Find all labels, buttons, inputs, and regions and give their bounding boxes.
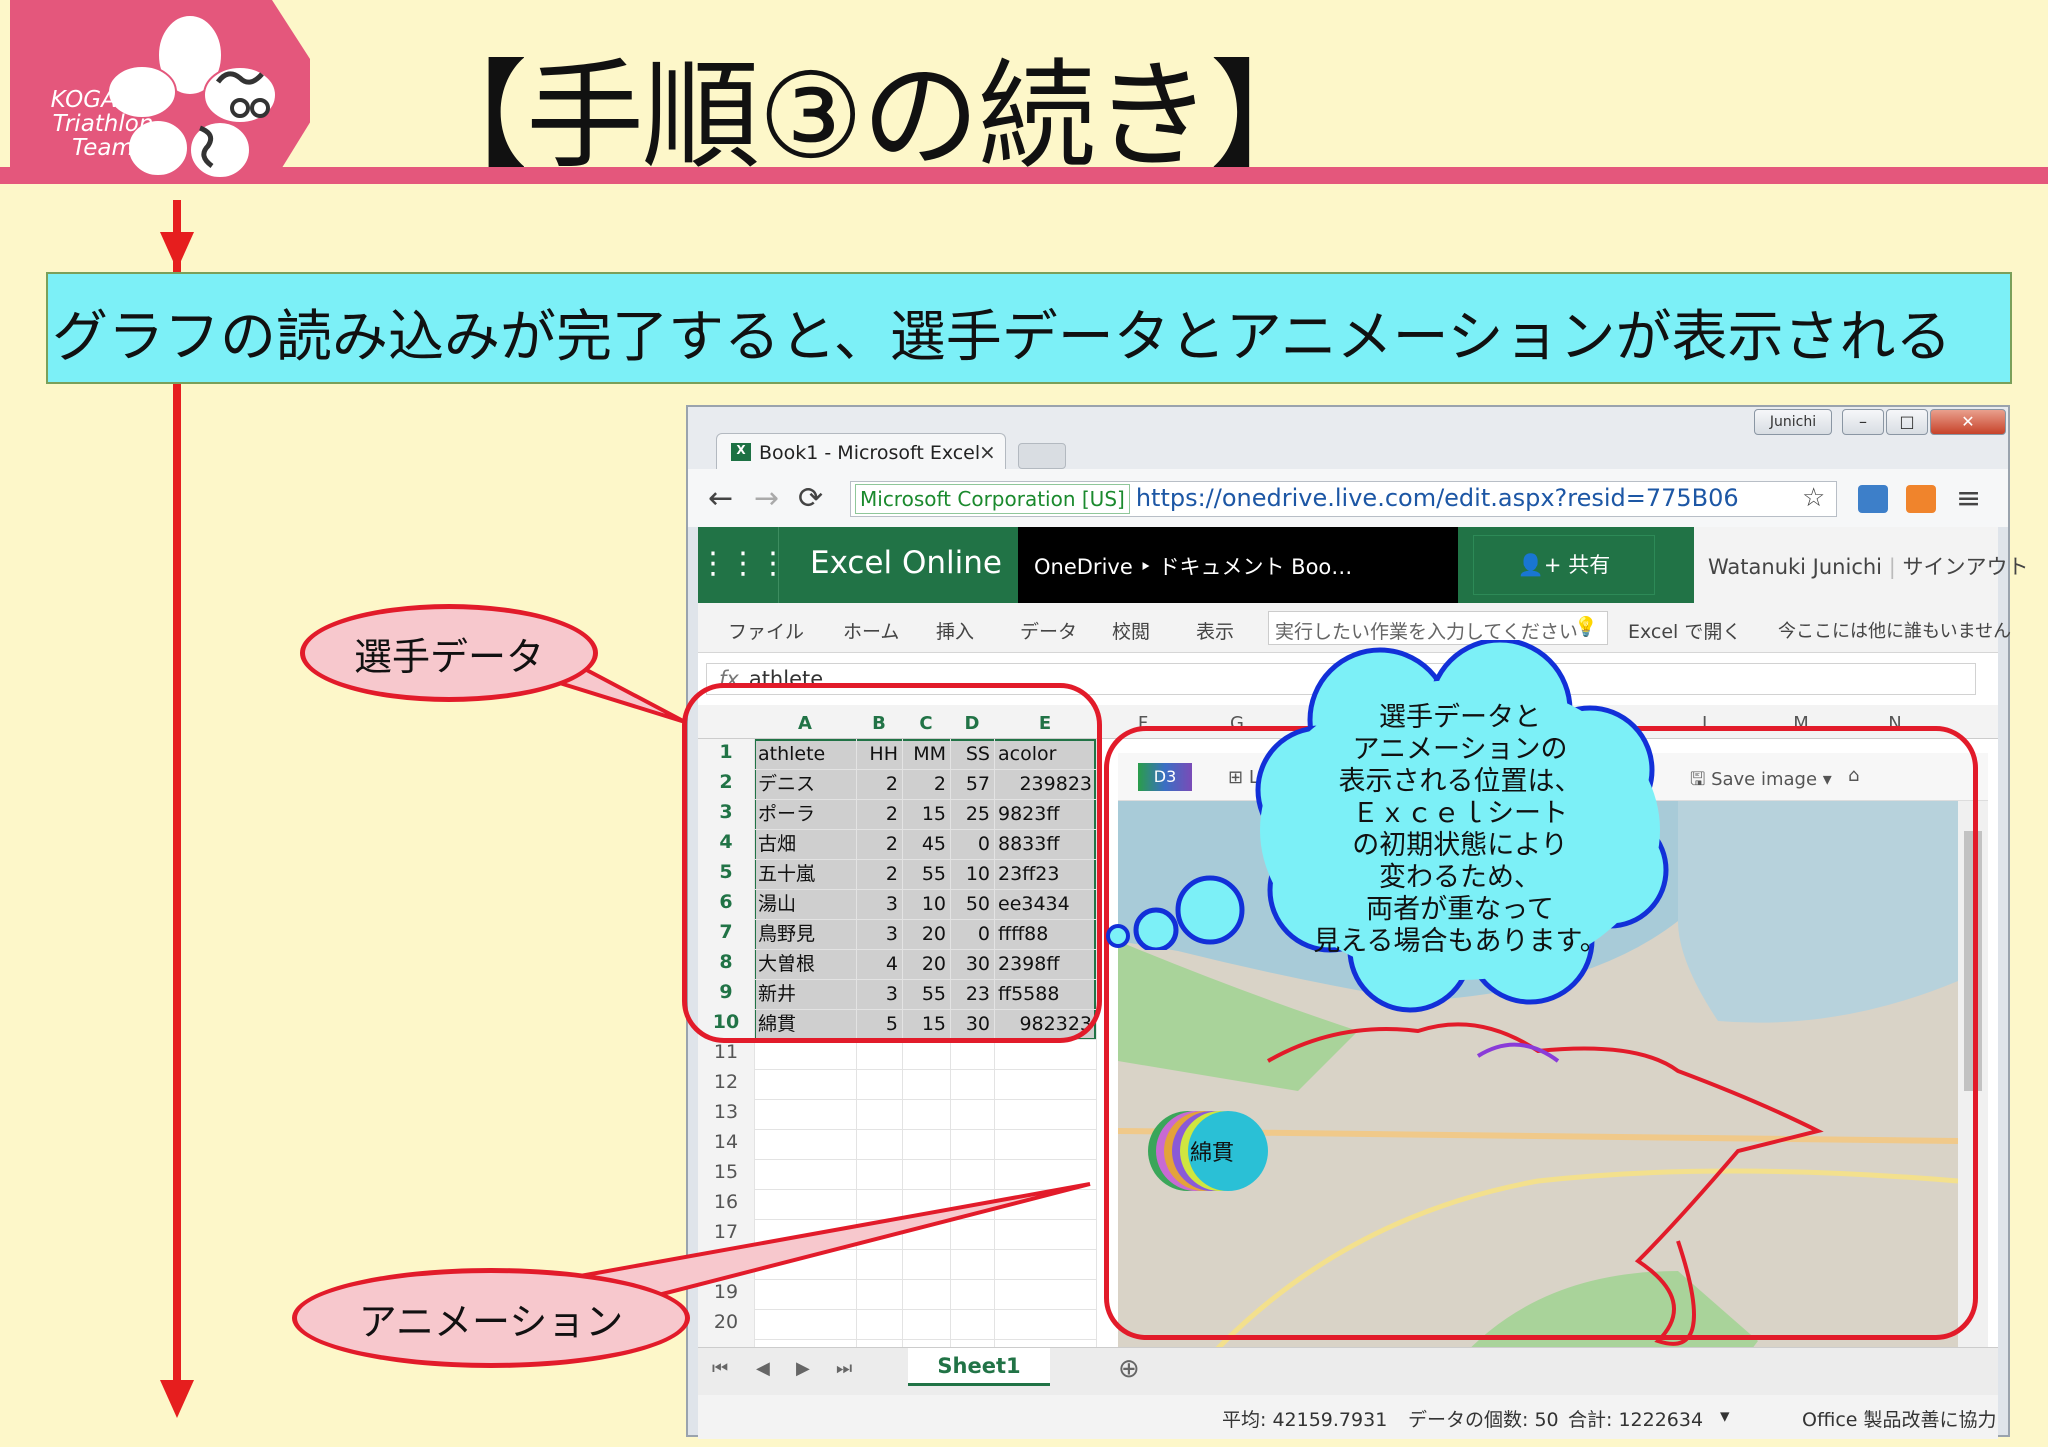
maximize-button[interactable]: □ (1886, 409, 1928, 435)
grid-line (754, 1099, 1096, 1100)
share-button[interactable]: 👤+ 共有 (1473, 535, 1655, 595)
row-header[interactable]: 13 (698, 1101, 754, 1123)
breadcrumb[interactable]: OneDrive ‣ ドキュメント Boo… (1034, 551, 1352, 581)
forward-icon[interactable]: → (754, 481, 779, 516)
row-header[interactable]: 11 (698, 1041, 754, 1063)
sheet-tab-bar: ⏮ ◀ ▶ ⏭ Sheet1 ⊕ (698, 1347, 1998, 1395)
grid-line (754, 1159, 1096, 1160)
browser-tab[interactable]: X Book1 - Microsoft Excel × (716, 433, 1006, 471)
address-bar: ← → ⟳ Microsoft Corporation [US] https://… (688, 469, 2008, 527)
back-icon[interactable]: ← (708, 481, 733, 516)
next-sheet-icon[interactable]: ▶ (796, 1358, 810, 1379)
reload-icon[interactable]: ⟳ (798, 481, 823, 516)
app-name: Excel Online (810, 545, 1002, 581)
extension-icon[interactable] (1858, 485, 1888, 513)
ribbon-home[interactable]: ホーム (843, 617, 899, 644)
divider (778, 527, 779, 603)
add-sheet-icon[interactable]: ⊕ (1118, 1354, 1140, 1384)
presence-status: 今ここには他に誰もいません (1778, 621, 2012, 642)
ribbon-data[interactable]: データ (1020, 617, 1077, 644)
tab-title: Book1 - Microsoft Excel (759, 442, 981, 464)
first-sheet-icon[interactable]: ⏮ (712, 1358, 728, 1379)
athlete-data-highlight (682, 683, 1102, 1043)
excel-app-bar: ⋮⋮⋮ Excel Online OneDrive ‣ ドキュメント Boo… … (698, 527, 2028, 603)
close-tab-button[interactable]: × (979, 440, 996, 464)
ribbon-review[interactable]: 校閲 (1112, 617, 1150, 644)
slide-title: 【手順③の続き】 (410, 47, 1328, 185)
app-launcher-icon[interactable]: ⋮⋮⋮ (698, 527, 788, 603)
sheet-tab[interactable]: Sheet1 (908, 1348, 1050, 1386)
status-dropdown-icon[interactable]: ▾ (1720, 1405, 1730, 1427)
status-average: 平均: 42159.7931 (1222, 1409, 1388, 1431)
user-badge[interactable]: Junichi (1754, 409, 1832, 435)
signout-link[interactable]: サインアウト (1902, 555, 2028, 579)
row-header[interactable]: 12 (698, 1071, 754, 1093)
ribbon-file[interactable]: ファイル (728, 617, 804, 644)
arrow-down-icon (160, 1380, 194, 1418)
ssl-badge: Microsoft Corporation [US] (855, 484, 1130, 514)
url-text: https://onedrive.live.com/edit.aspx?resi… (1135, 484, 1739, 512)
arrow-down-icon (160, 204, 194, 270)
new-tab-button[interactable] (1018, 443, 1066, 469)
share-label: 共有 (1568, 553, 1611, 577)
logo-line-3: Team (72, 135, 134, 161)
row-header[interactable]: 14 (698, 1131, 754, 1153)
logo-line-1: KOGANEI (50, 87, 156, 113)
last-sheet-icon[interactable]: ⏭ (836, 1358, 852, 1379)
lightbulb-icon: 💡 (1574, 616, 1598, 638)
athlete-data-callout: 選手データ (300, 604, 598, 702)
user-area: Watanuki Junichi | サインアウト (1694, 527, 2028, 603)
excel-icon: X (731, 443, 751, 461)
user-name[interactable]: Watanuki Junichi (1708, 555, 1882, 579)
status-bar: 平均: 42159.7931 データの個数: 50 合計: 1222634 ▾ … (698, 1395, 1998, 1439)
animation-callout: アニメーション (292, 1268, 690, 1368)
close-window-button[interactable]: ✕ (1930, 409, 2006, 435)
add-person-icon: 👤+ (1517, 553, 1569, 577)
team-name: KOGANEI Triathlon Team (28, 88, 178, 160)
feedback-link[interactable]: Office 製品改善に協力 (1802, 1405, 1997, 1432)
logo-line-2: Triathlon (52, 111, 154, 137)
url-input[interactable]: Microsoft Corporation [US] https://onedri… (850, 481, 1837, 517)
menu-icon[interactable]: ≡ (1956, 481, 1981, 516)
bookmark-star-icon[interactable]: ☆ (1802, 483, 1825, 513)
chart-extension-icon[interactable] (1906, 485, 1936, 513)
grid-line (754, 1129, 1096, 1130)
status-sum: 合計: 1222634 (1568, 1409, 1704, 1431)
thought-bubbles (1106, 875, 1245, 950)
tab-bar: X Book1 - Microsoft Excel × Junichi – □ … (688, 407, 2008, 471)
minimize-button[interactable]: – (1842, 409, 1884, 435)
status-count: データの個数: 50 (1408, 1409, 1559, 1431)
prev-sheet-icon[interactable]: ◀ (756, 1358, 770, 1379)
ribbon-view[interactable]: 表示 (1196, 617, 1234, 644)
ribbon-insert[interactable]: 挿入 (936, 617, 974, 644)
cloud-note: 選手データと アニメーションの 表示される位置は、 Ｅｘｃｅｌシート の初期状態… (1313, 702, 1607, 957)
instruction-banner: グラフの読み込みが完了すると、選手データとアニメーションが表示される (46, 272, 2012, 384)
grid-line (754, 1069, 1096, 1070)
